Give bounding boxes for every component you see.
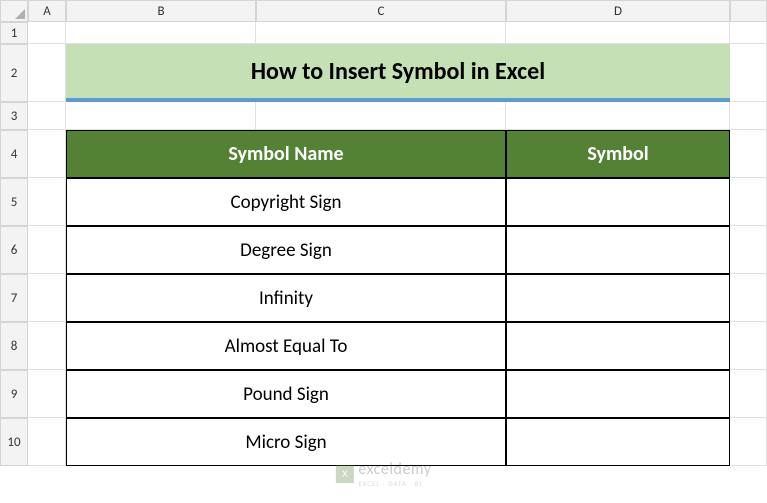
- table-header-symbol-name[interactable]: Symbol Name: [66, 130, 506, 178]
- row-header-4[interactable]: 4: [0, 130, 28, 178]
- cell-a9[interactable]: [28, 370, 66, 418]
- col-header-d[interactable]: D: [506, 0, 730, 22]
- row-header-6[interactable]: 6: [0, 226, 28, 274]
- table-row[interactable]: Copyright Sign: [66, 178, 506, 226]
- row-header-3[interactable]: 3: [0, 102, 28, 130]
- cell-b3[interactable]: [66, 102, 256, 130]
- col-header-next[interactable]: [730, 0, 767, 22]
- row-header-10[interactable]: 10: [0, 418, 28, 466]
- cell-c3[interactable]: [256, 102, 506, 130]
- cell-a5[interactable]: [28, 178, 66, 226]
- cell-a1[interactable]: [28, 22, 66, 44]
- cell-e7[interactable]: [730, 274, 767, 322]
- title-banner[interactable]: How to Insert Symbol in Excel: [66, 44, 730, 102]
- svg-text:X: X: [341, 469, 347, 479]
- cell-e5[interactable]: [730, 178, 767, 226]
- table-row[interactable]: Almost Equal To: [66, 322, 506, 370]
- cell-a6[interactable]: [28, 226, 66, 274]
- cell-e10[interactable]: [730, 418, 767, 466]
- cell-a10[interactable]: [28, 418, 66, 466]
- col-header-c[interactable]: C: [256, 0, 506, 22]
- cell-e6[interactable]: [730, 226, 767, 274]
- col-header-b[interactable]: B: [66, 0, 256, 22]
- watermark-tagline: EXCEL · DATA · BI: [358, 479, 431, 488]
- cell-a7[interactable]: [28, 274, 66, 322]
- watermark-name: exceldemy: [358, 460, 431, 479]
- table-row[interactable]: [506, 322, 730, 370]
- table-header-symbol[interactable]: Symbol: [506, 130, 730, 178]
- cell-a3[interactable]: [28, 102, 66, 130]
- cell-b1[interactable]: [66, 22, 256, 44]
- row-header-2[interactable]: 2: [0, 44, 28, 102]
- excel-icon: X: [335, 465, 353, 483]
- cell-d1[interactable]: [506, 22, 730, 44]
- row-header-9[interactable]: 9: [0, 370, 28, 418]
- watermark: X exceldemy EXCEL · DATA · BI: [335, 460, 431, 488]
- cell-e2[interactable]: [730, 44, 767, 102]
- cell-d3[interactable]: [506, 102, 730, 130]
- cell-e4[interactable]: [730, 130, 767, 178]
- cell-e8[interactable]: [730, 322, 767, 370]
- cell-e1[interactable]: [730, 22, 767, 44]
- cell-c1[interactable]: [256, 22, 506, 44]
- cell-e9[interactable]: [730, 370, 767, 418]
- table-row[interactable]: Infinity: [66, 274, 506, 322]
- watermark-text-wrap: exceldemy EXCEL · DATA · BI: [358, 460, 431, 488]
- col-header-a[interactable]: A: [28, 0, 66, 22]
- table-row[interactable]: [506, 418, 730, 466]
- row-header-1[interactable]: 1: [0, 22, 28, 44]
- table-row[interactable]: Micro Sign: [66, 418, 506, 466]
- table-row[interactable]: [506, 226, 730, 274]
- select-all-corner[interactable]: [0, 0, 28, 22]
- row-header-5[interactable]: 5: [0, 178, 28, 226]
- cell-a2[interactable]: [28, 44, 66, 102]
- cell-a8[interactable]: [28, 322, 66, 370]
- table-row[interactable]: [506, 370, 730, 418]
- cell-e3[interactable]: [730, 102, 767, 130]
- table-row[interactable]: Degree Sign: [66, 226, 506, 274]
- table-row[interactable]: [506, 274, 730, 322]
- spreadsheet-grid: A B C D 1 2 How to Insert Symbol in Exce…: [0, 0, 767, 466]
- table-row[interactable]: Pound Sign: [66, 370, 506, 418]
- row-header-7[interactable]: 7: [0, 274, 28, 322]
- table-row[interactable]: [506, 178, 730, 226]
- row-header-8[interactable]: 8: [0, 322, 28, 370]
- cell-a4[interactable]: [28, 130, 66, 178]
